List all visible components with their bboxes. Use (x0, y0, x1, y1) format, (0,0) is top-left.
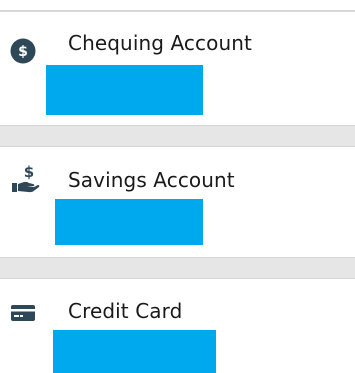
credit-card-icon (10, 303, 36, 323)
account-label: Savings Account (68, 168, 235, 192)
svg-text:$: $ (24, 163, 34, 181)
svg-text:$: $ (18, 44, 28, 60)
account-label: Chequing Account (68, 31, 252, 55)
section-divider (0, 125, 355, 147)
account-item-credit-card[interactable]: Credit Card (0, 279, 355, 373)
balance-redaction (53, 330, 216, 373)
dollar-coin-icon: $ (10, 38, 36, 64)
hand-dollar-icon: $ (10, 163, 40, 195)
balance-redaction (55, 199, 203, 245)
accounts-panel: $ Chequing Account $ Savings Account Cre… (0, 0, 355, 373)
section-divider (0, 257, 355, 279)
account-label: Credit Card (68, 299, 183, 323)
balance-redaction (46, 65, 203, 115)
account-item-savings[interactable]: $ Savings Account (0, 147, 355, 257)
account-item-chequing[interactable]: $ Chequing Account (0, 12, 355, 125)
